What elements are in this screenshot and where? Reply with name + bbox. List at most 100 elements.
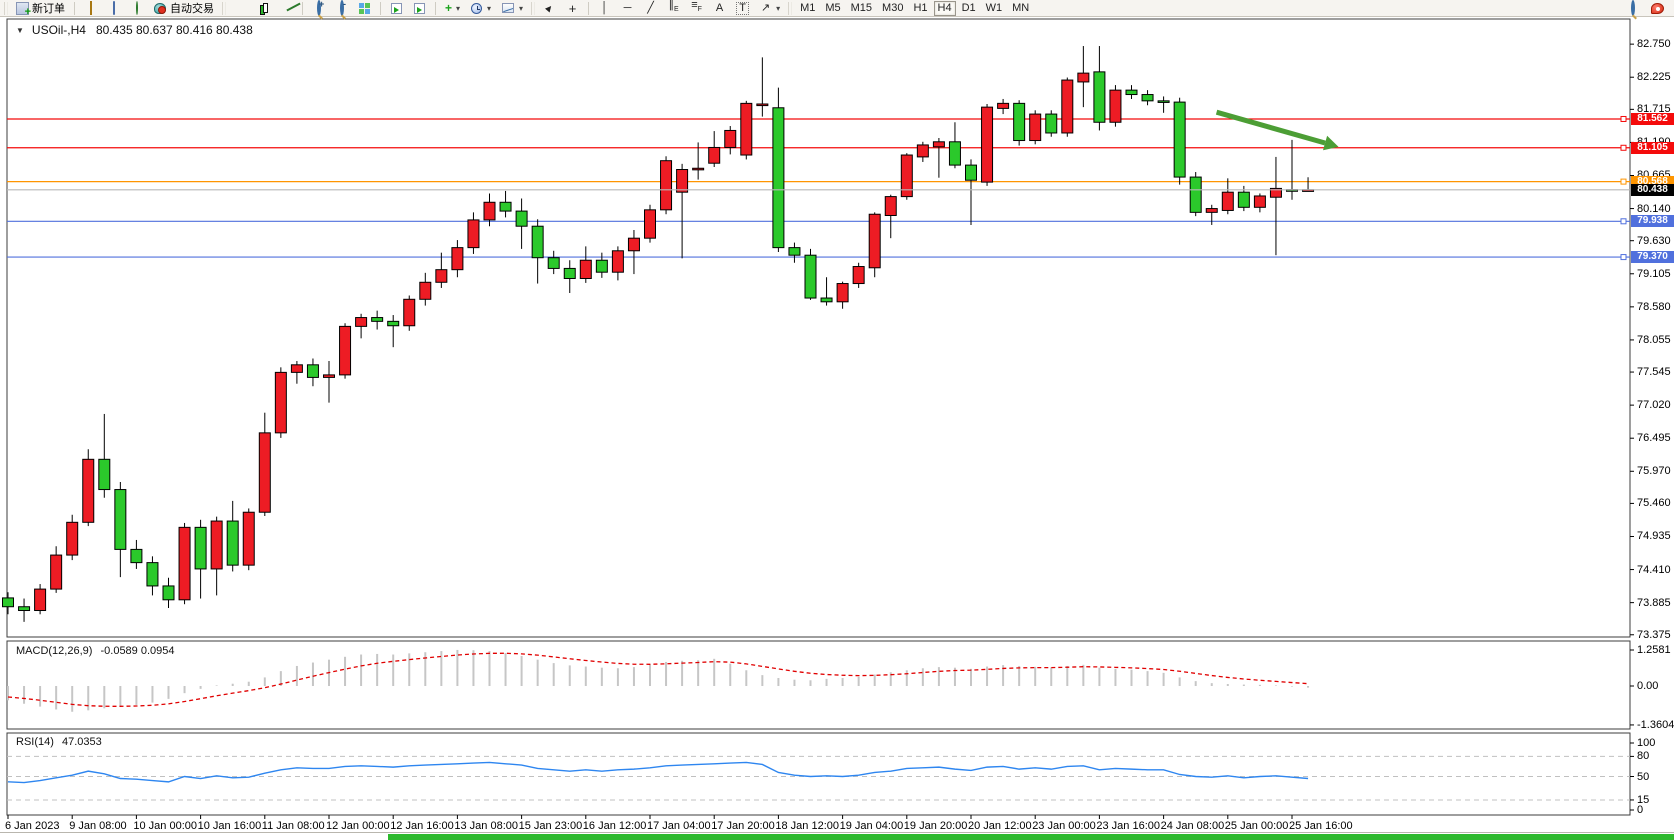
template-button[interactable]: ▾ [497, 1, 527, 16]
macd-axis-tick: -1.3604 [1637, 719, 1674, 731]
candle-body [853, 267, 864, 284]
level-price-label: 81.105 [1631, 142, 1674, 154]
template-icon [502, 3, 514, 13]
vertical-line-tool-button[interactable]: │ [594, 1, 615, 16]
fibonacci-tool-button[interactable]: ≡F [686, 1, 707, 16]
cursor-tool-button[interactable]: ► [539, 1, 560, 16]
profile-button[interactable] [103, 1, 124, 16]
channel-tool-button[interactable]: ∥E [663, 1, 684, 16]
horizontal-line-tool-button[interactable]: ─ [617, 1, 638, 16]
toolbar-grip[interactable] [4, 2, 8, 15]
indicator-window-icon [414, 3, 425, 14]
chat-notification-icon[interactable] [1651, 3, 1664, 14]
arrows-tool-button[interactable]: ↗▾ [755, 1, 784, 16]
candle-body [709, 147, 720, 163]
candlestick-mode-button[interactable] [253, 1, 274, 16]
clock-icon [471, 3, 482, 14]
candle-body [243, 512, 254, 565]
timeframe-toolbar: M1M5M15M30H1H4D1W1MN [796, 1, 1033, 16]
zoom-out-button[interactable]: - [331, 1, 352, 16]
time-axis-label: 25 Jan 00:00 [1225, 820, 1289, 832]
time-axis-label: 9 Jan 08:00 [69, 820, 127, 832]
candle-body [677, 170, 688, 193]
crosshair-tool-button[interactable]: + [562, 1, 583, 16]
timeframe-button-d1[interactable]: D1 [958, 1, 980, 16]
channel-icon: ∥E [667, 0, 680, 17]
timeframe-button-w1[interactable]: W1 [982, 1, 1007, 16]
trendline-tool-button[interactable]: ╱ [640, 1, 661, 16]
candle-body [259, 433, 270, 512]
candle-body [1206, 209, 1217, 213]
price-axis-tick: 73.885 [1637, 597, 1671, 609]
candle-body [596, 260, 607, 272]
period-button[interactable]: ▾ [466, 1, 495, 16]
candle-body [1222, 192, 1233, 210]
time-axis-label: 10 Jan 00:00 [133, 820, 197, 832]
timeframe-button-m30[interactable]: M30 [878, 1, 907, 16]
new-chart-button[interactable] [386, 1, 407, 16]
candle-body [1142, 95, 1153, 101]
timeframe-button-m1[interactable]: M1 [796, 1, 819, 16]
text-label-tool-button[interactable]: T [732, 1, 753, 16]
toolbar-grip[interactable] [222, 2, 226, 15]
trading-platform-window: 新订单 自动交易 + - +▾ ▾ ▾ ► + │ ─ ╱ ∥E ≡F A [0, 0, 1674, 840]
candle-body [1062, 80, 1073, 133]
current-price-label: 80.438 [1631, 184, 1674, 196]
candle-body [773, 108, 784, 248]
status-strip-green-bar [388, 834, 1674, 840]
timeframe-button-mn[interactable]: MN [1008, 1, 1033, 16]
candle-body [1238, 192, 1249, 207]
candle-body [580, 260, 591, 278]
rsi-value: 47.0353 [62, 736, 102, 748]
rsi-axis-tick: 80 [1637, 750, 1649, 762]
toolbar-grip[interactable] [531, 2, 535, 15]
crosshair-icon: + [566, 2, 579, 15]
add-indicator-icon: + [445, 2, 452, 15]
cursor-icon: ► [540, 0, 558, 17]
chart-symbol-title: USOil-,H4 [32, 23, 86, 37]
zoom-in-button[interactable]: + [308, 1, 329, 16]
quotes-button[interactable] [80, 1, 101, 16]
time-axis-label: 16 Jan 12:00 [583, 820, 647, 832]
bar-chart-mode-button[interactable] [230, 1, 251, 16]
candle-body [468, 220, 479, 248]
price-axis-tick: 82.750 [1637, 38, 1671, 50]
chart-canvas[interactable] [0, 17, 1674, 833]
candle-body [388, 321, 399, 325]
chart-window[interactable]: ▼ USOil-,H4 80.435 80.637 80.416 80.438 … [0, 17, 1674, 833]
candle-body [757, 104, 768, 106]
text-tool-button[interactable]: A [709, 1, 730, 16]
chart-title-bar[interactable]: ▼ USOil-,H4 80.435 80.637 80.416 80.438 [16, 23, 253, 37]
line-chart-mode-button[interactable] [276, 1, 297, 16]
toolbar-grip[interactable] [788, 2, 792, 15]
price-axis-tick: 79.105 [1637, 268, 1671, 280]
signal-icon [136, 1, 138, 15]
candle-body [500, 202, 511, 211]
text-icon: A [713, 2, 726, 15]
candle-body [998, 103, 1009, 108]
chevron-down-icon: ▾ [456, 4, 460, 13]
rsi-name: RSI(14) [16, 736, 54, 748]
chevron-down-icon: ▾ [519, 4, 523, 13]
indicator-window-button[interactable] [409, 1, 430, 16]
macd-pane[interactable] [7, 641, 1630, 729]
macd-name: MACD(12,26,9) [16, 645, 92, 657]
timeframe-button-h1[interactable]: H1 [909, 1, 931, 16]
text-label-icon: T [736, 2, 749, 15]
candle-body [1158, 101, 1169, 103]
fibonacci-icon: ≡F [690, 0, 703, 17]
signals-button[interactable] [126, 1, 147, 16]
new-order-button[interactable]: 新订单 [12, 1, 69, 16]
candle-body [115, 490, 126, 550]
add-indicator-button[interactable]: +▾ [441, 1, 464, 16]
macd-indicator-label: MACD(12,26,9) -0.0589 0.0954 [16, 645, 175, 657]
timeframe-button-m15[interactable]: M15 [847, 1, 876, 16]
rsi-pane[interactable] [7, 733, 1630, 815]
time-axis-label: 17 Jan 04:00 [647, 820, 711, 832]
auto-trading-button[interactable]: 自动交易 [149, 1, 218, 16]
search-icon[interactable] [1631, 0, 1635, 16]
timeframe-button-m5[interactable]: M5 [821, 1, 844, 16]
timeframe-button-h4[interactable]: H4 [934, 1, 956, 16]
tile-windows-button[interactable] [354, 1, 375, 16]
candle-body [725, 130, 736, 147]
